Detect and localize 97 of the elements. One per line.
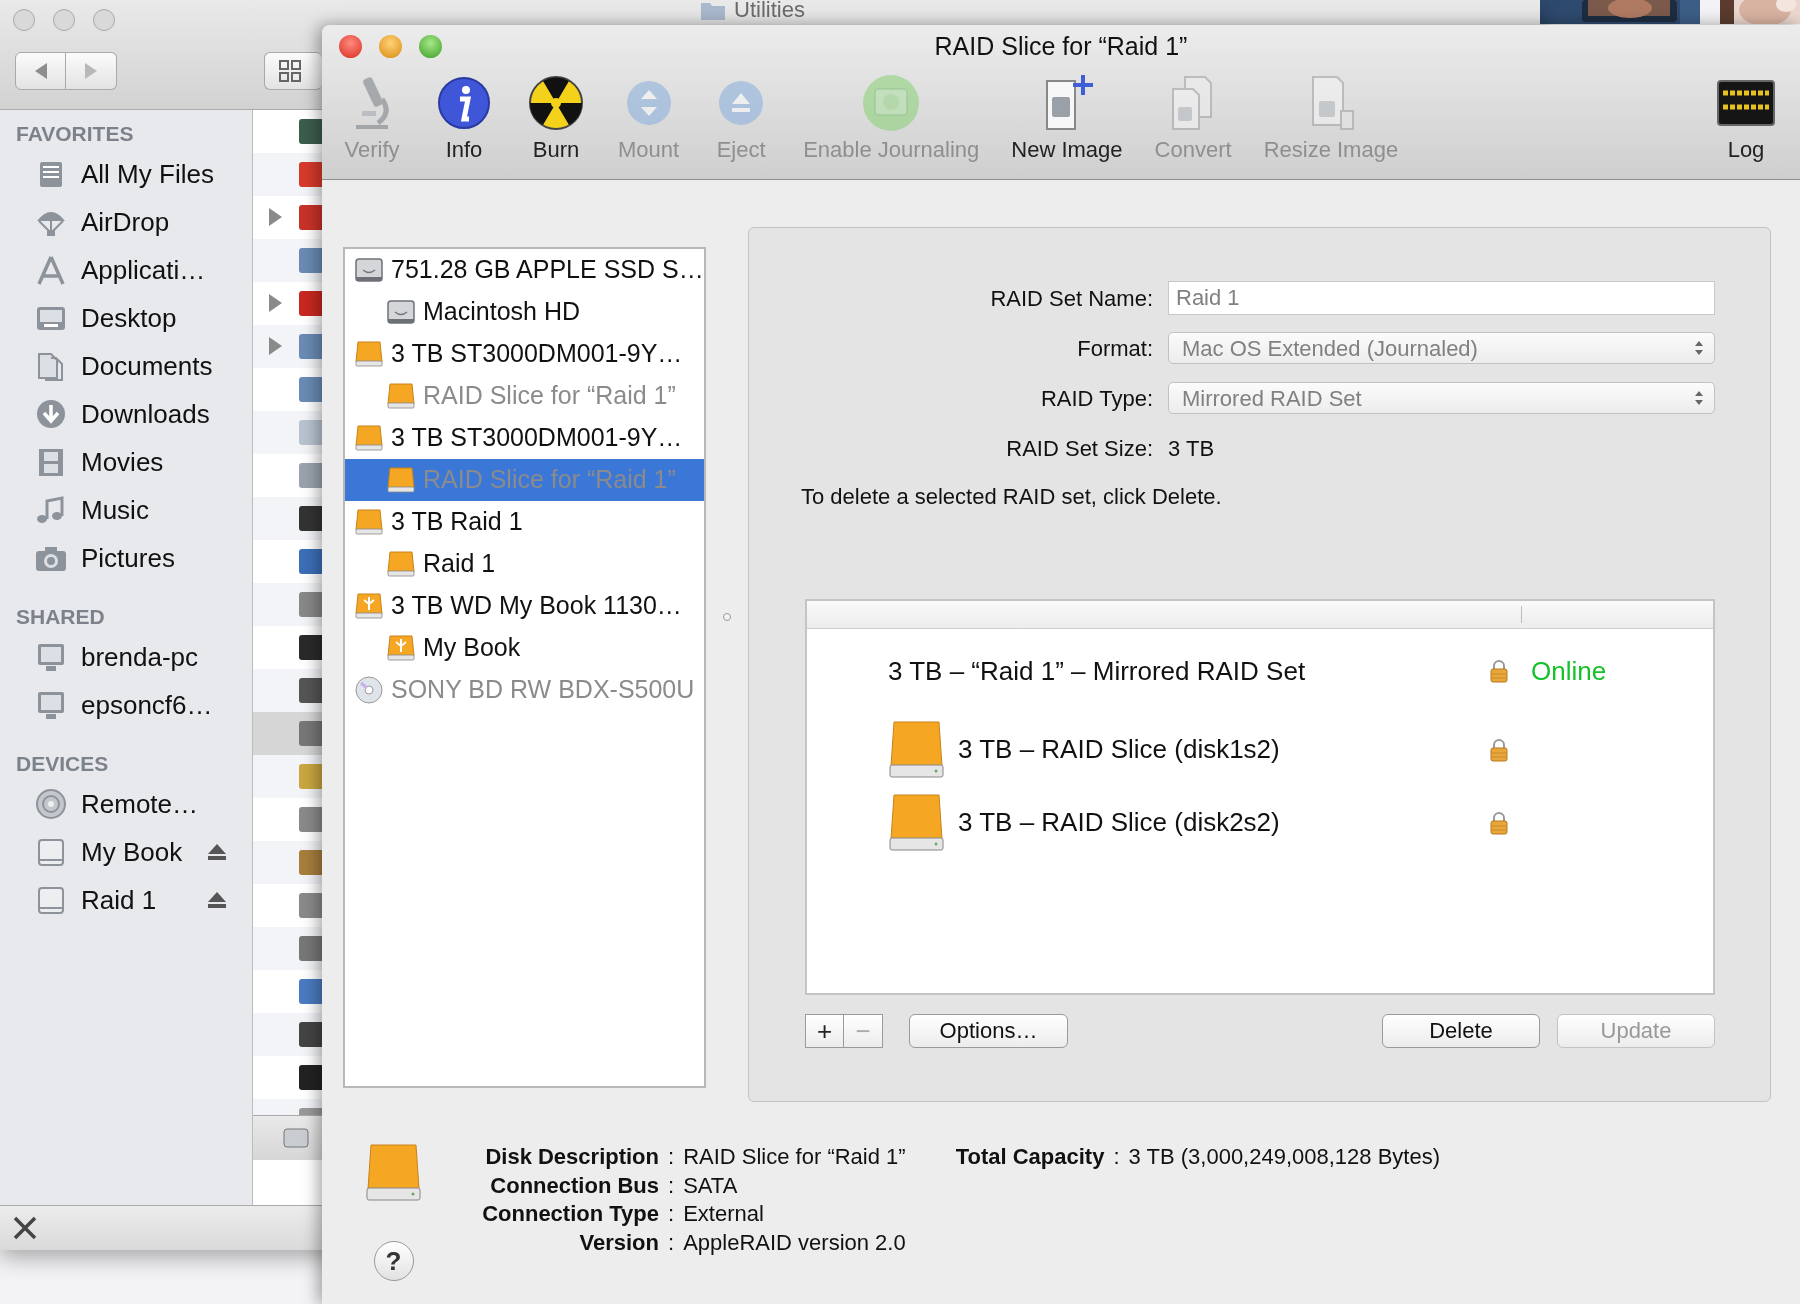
disk-list-item[interactable]: Raid 1 <box>345 543 704 585</box>
disk-list-item[interactable]: 3 TB ST3000DM001-9Y… <box>345 333 704 375</box>
disk-list-item[interactable]: 3 TB WD My Book 1130… <box>345 585 704 627</box>
info-label: Connection Bus <box>489 1171 659 1200</box>
zoom-button[interactable] <box>419 34 442 58</box>
sidebar-item[interactable]: Music <box>0 486 252 534</box>
sidebar-item[interactable]: brenda-pc <box>0 633 252 681</box>
section-header: DEVICES <box>15 751 110 777</box>
add-button[interactable]: + <box>805 1014 844 1048</box>
field-label: RAID Set Size: <box>1005 434 1153 463</box>
disk-list-item[interactable]: 751.28 GB APPLE SSD S… <box>345 249 704 291</box>
field-label: RAID Type: <box>1039 384 1153 413</box>
window-title: RAID Slice for “Raid 1” <box>934 32 1188 60</box>
sidebar-item[interactable]: All My Files <box>0 150 252 198</box>
drive-icon <box>888 792 945 853</box>
status-text: Online <box>1531 654 1607 688</box>
radiation-icon <box>526 73 586 133</box>
section-header: FAVORITES <box>15 121 135 147</box>
window-title: Utilities <box>734 0 805 23</box>
sidebar-item[interactable]: Desktop <box>0 294 252 342</box>
drive-icon <box>386 381 416 411</box>
sidebar-item[interactable]: Movies <box>0 438 252 486</box>
info-label: Connection Type <box>481 1200 659 1228</box>
hint-text: To delete a selected RAID set, click Delete. <box>801 483 1223 511</box>
disc-icon <box>354 675 384 705</box>
drive-icon <box>354 339 384 369</box>
drive-icon <box>354 423 384 453</box>
drive-icon <box>386 549 416 579</box>
drive-icon <box>283 1126 309 1150</box>
sidebar-item[interactable]: AirDrop <box>0 198 252 246</box>
field-label: RAID Set Name: <box>989 284 1153 313</box>
close-button[interactable] <box>339 34 362 58</box>
toolbar-button[interactable]: Burn <box>524 67 588 163</box>
back-button[interactable] <box>15 52 66 90</box>
info-value: External <box>683 1200 765 1228</box>
up-down-arrows-icon <box>1694 389 1704 407</box>
slice-name: 3 TB – RAID Slice (disk2s2) <box>958 806 1280 839</box>
toolbar-button[interactable]: New Image <box>1009 67 1125 163</box>
sidebar-item[interactable]: Raid 1 <box>0 876 252 924</box>
sidebar-item[interactable]: Downloads <box>0 390 252 438</box>
info-value: RAID Slice for “Raid 1” <box>683 1143 906 1171</box>
zoom-button[interactable] <box>93 9 115 31</box>
disk-list-item[interactable]: 3 TB Raid 1 <box>345 501 704 543</box>
hard-drive-icon <box>386 297 416 327</box>
field-label: Format: <box>1076 334 1153 363</box>
splitter-handle[interactable] <box>722 612 732 622</box>
sidebar-item[interactable]: Applicati… <box>0 246 252 294</box>
info-separator: : <box>667 1143 676 1171</box>
info-separator: : <box>667 1228 676 1257</box>
info-value: SATA <box>683 1171 739 1200</box>
drive-icon <box>365 1143 422 1203</box>
raid-set-name: 3 TB – “Raid 1” – Mirrored RAID Set <box>888 654 1306 688</box>
toolbar-button[interactable]: Info <box>432 67 496 163</box>
drive-icon <box>888 719 945 780</box>
grid-icon <box>279 60 301 82</box>
sidebar-item[interactable]: Pictures <box>0 534 252 582</box>
drive-icon <box>354 507 384 537</box>
eject-button[interactable] <box>207 891 227 909</box>
help-button[interactable]: ? <box>373 1241 414 1281</box>
disk-list-item[interactable]: 3 TB ST3000DM001-9Y… <box>345 417 704 459</box>
info-separator: : <box>667 1200 676 1228</box>
minimize-button[interactable] <box>53 9 75 31</box>
info-label: Disk Description <box>484 1143 659 1171</box>
push-button[interactable]: Delete <box>1382 1014 1540 1048</box>
close-button[interactable] <box>13 9 35 31</box>
info-label: Total Capacity <box>955 1143 1105 1171</box>
field-value: 3 TB <box>1168 435 1215 461</box>
hard-drive-icon <box>354 255 384 285</box>
forward-icon <box>83 62 99 80</box>
up-down-arrows-icon <box>1694 339 1704 357</box>
usb-drive-icon <box>386 633 416 663</box>
disk-list-item[interactable]: Macintosh HD <box>345 291 704 333</box>
info-value: AppleRAID version 2.0 <box>683 1228 906 1257</box>
folder-icon <box>700 0 726 21</box>
forward-button[interactable] <box>66 52 117 90</box>
disc-icon <box>34 789 68 819</box>
tools-icon[interactable] <box>12 1215 38 1241</box>
toolbar-button[interactable]: Log <box>1714 67 1778 163</box>
sidebar-item[interactable]: My Book <box>0 828 252 876</box>
info-separator: : <box>1112 1143 1121 1171</box>
options-button[interactable]: Options… <box>909 1014 1068 1048</box>
view-button[interactable] <box>264 52 322 90</box>
info-label: Version <box>578 1228 659 1257</box>
slice-name: 3 TB – RAID Slice (disk1s2) <box>958 733 1280 766</box>
download-icon <box>34 399 68 429</box>
sidebar-item[interactable]: epsoncf6… <box>0 681 252 729</box>
sidebar-item[interactable]: Documents <box>0 342 252 390</box>
disk-list-item[interactable]: My Book <box>345 627 704 669</box>
usb-drive-icon <box>354 591 384 621</box>
section-header: SHARED <box>15 604 106 630</box>
drive-icon <box>386 465 416 495</box>
glowing-disk-icon <box>861 73 922 133</box>
eject-button[interactable] <box>207 843 227 861</box>
info-separator: : <box>667 1171 676 1200</box>
minimize-button[interactable] <box>379 34 402 58</box>
sidebar-item[interactable]: Remote… <box>0 780 252 828</box>
info-value: 3 TB (3,000,249,008,128 Bytes) <box>1128 1143 1441 1171</box>
